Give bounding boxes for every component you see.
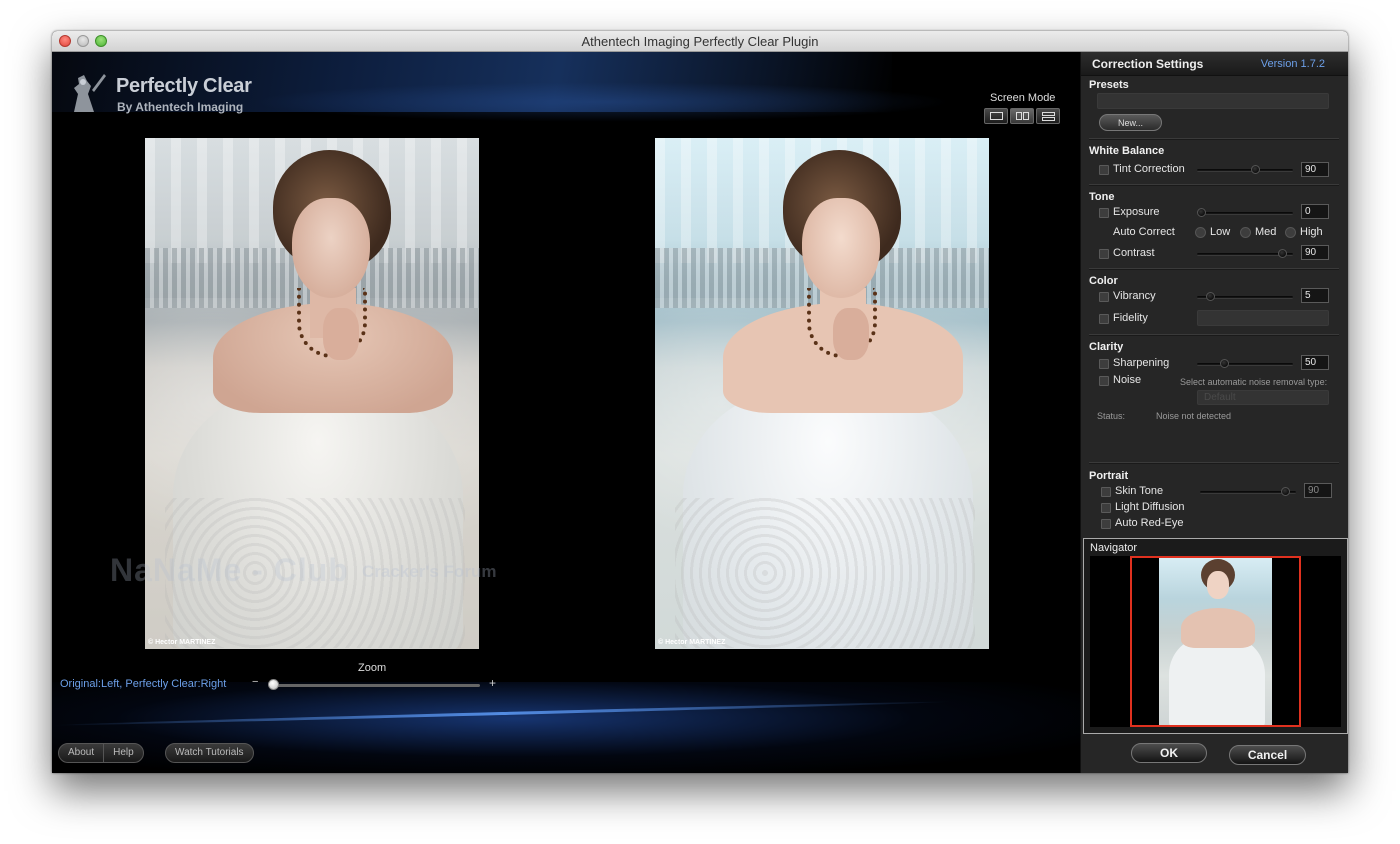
presets-dropdown[interactable] bbox=[1097, 93, 1329, 109]
sharpening-label: Sharpening bbox=[1113, 357, 1170, 369]
screen-mode-label: Screen Mode bbox=[990, 92, 1056, 104]
auto-correct-med-radio[interactable] bbox=[1240, 227, 1251, 238]
contrast-slider-thumb[interactable] bbox=[1278, 249, 1287, 258]
corrected-photo[interactable]: © Hector MARTINEZ bbox=[655, 138, 989, 649]
auto-correct-med-label: Med bbox=[1255, 226, 1277, 238]
app-logo: Perfectly Clear By Athentech Imaging bbox=[66, 70, 266, 120]
single-view-button[interactable] bbox=[984, 108, 1008, 124]
zoom-out-icon[interactable]: − bbox=[252, 676, 258, 688]
contrast-value[interactable]: 90 bbox=[1301, 245, 1329, 260]
vibrancy-slider-thumb[interactable] bbox=[1206, 292, 1215, 301]
fidelity-checkbox[interactable] bbox=[1099, 314, 1109, 324]
white-balance-title: White Balance bbox=[1089, 145, 1165, 157]
cancel-button[interactable]: Cancel bbox=[1229, 745, 1306, 765]
navigator-viewport-frame[interactable] bbox=[1130, 556, 1301, 727]
navigator-title: Navigator bbox=[1090, 542, 1138, 554]
logo-figure-icon bbox=[74, 74, 106, 112]
presets-title: Presets bbox=[1089, 79, 1129, 91]
photo-credit: © Hector MARTINEZ bbox=[148, 639, 216, 646]
noise-hint: Select automatic noise removal type: bbox=[1180, 377, 1328, 387]
contrast-label: Contrast bbox=[1113, 247, 1155, 259]
vibrancy-checkbox[interactable] bbox=[1099, 292, 1109, 302]
contrast-checkbox[interactable] bbox=[1099, 249, 1109, 259]
noise-checkbox[interactable] bbox=[1099, 376, 1109, 386]
ok-button[interactable]: OK bbox=[1131, 743, 1207, 763]
about-help-group: About Help bbox=[58, 743, 144, 763]
skin-tone-value[interactable]: 90 bbox=[1304, 483, 1332, 498]
stacked-view-icon bbox=[1042, 112, 1055, 116]
vibrancy-value[interactable]: 5 bbox=[1301, 288, 1329, 303]
split-view-icon bbox=[1016, 112, 1022, 120]
new-preset-button[interactable]: New... bbox=[1099, 114, 1162, 131]
screen-mode-toggle bbox=[984, 108, 1060, 124]
logo-subtitle: By Athentech Imaging bbox=[117, 100, 244, 114]
noise-label: Noise bbox=[1113, 374, 1142, 386]
plugin-window: Athentech Imaging Perfectly Clear Plugin… bbox=[52, 31, 1348, 773]
vibrancy-label: Vibrancy bbox=[1113, 290, 1156, 302]
clarity-title: Clarity bbox=[1089, 341, 1124, 353]
auto-correct-low-radio[interactable] bbox=[1195, 227, 1206, 238]
exposure-label: Exposure bbox=[1113, 206, 1160, 218]
tint-correction-checkbox[interactable] bbox=[1099, 165, 1109, 175]
title-bar[interactable]: Athentech Imaging Perfectly Clear Plugin bbox=[52, 31, 1348, 52]
skin-tone-checkbox[interactable] bbox=[1101, 487, 1111, 497]
sharpening-checkbox[interactable] bbox=[1099, 359, 1109, 369]
tutorials-group: Watch Tutorials bbox=[165, 743, 254, 763]
tint-correction-label: Tint Correction bbox=[1113, 163, 1185, 175]
exposure-slider-thumb[interactable] bbox=[1197, 208, 1206, 217]
watch-tutorials-button[interactable]: Watch Tutorials bbox=[166, 744, 253, 762]
auto-correct-high-radio[interactable] bbox=[1285, 227, 1296, 238]
fidelity-label: Fidelity bbox=[1113, 312, 1148, 324]
help-button[interactable]: Help bbox=[103, 744, 143, 762]
watermark-text: NaNaMe - Club bbox=[110, 552, 349, 588]
status-value: Noise not detected bbox=[1156, 411, 1232, 421]
watermark-subtext: Cracker's Forum bbox=[362, 562, 497, 581]
correction-settings-panel: Correction Settings Version 1.7.2 Preset… bbox=[1080, 52, 1348, 773]
photo-credit: © Hector MARTINEZ bbox=[658, 639, 726, 646]
status-label: Status: bbox=[1097, 411, 1126, 421]
light-diffusion-checkbox[interactable] bbox=[1101, 503, 1111, 513]
zoom-slider-track[interactable] bbox=[272, 684, 480, 687]
window-title: Athentech Imaging Perfectly Clear Plugin bbox=[581, 34, 819, 49]
split-view-button[interactable] bbox=[1010, 108, 1034, 124]
exposure-slider[interactable] bbox=[1197, 212, 1293, 215]
compare-mode-label: Original:Left, Perfectly Clear:Right bbox=[60, 678, 227, 690]
fidelity-field[interactable] bbox=[1197, 310, 1329, 326]
single-view-icon bbox=[990, 112, 1003, 120]
tint-correction-value[interactable]: 90 bbox=[1301, 162, 1329, 177]
auto-correct-high-label: High bbox=[1300, 226, 1323, 238]
tone-title: Tone bbox=[1089, 191, 1115, 203]
skin-tone-slider-thumb[interactable] bbox=[1281, 487, 1290, 496]
auto-correct-low-label: Low bbox=[1210, 226, 1231, 238]
sharpening-slider-thumb[interactable] bbox=[1219, 359, 1229, 368]
color-title: Color bbox=[1089, 275, 1118, 287]
panel-header: Correction Settings Version 1.7.2 bbox=[1081, 52, 1348, 76]
stacked-view-button[interactable] bbox=[1036, 108, 1060, 124]
zoom-label: Zoom bbox=[358, 662, 387, 674]
exposure-checkbox[interactable] bbox=[1099, 208, 1109, 218]
logo-title: Perfectly Clear bbox=[116, 75, 252, 97]
noise-type-dropdown[interactable]: Default bbox=[1197, 390, 1329, 405]
preview-area: Perfectly Clear By Athentech Imaging Scr… bbox=[52, 52, 1080, 773]
header-glow bbox=[252, 82, 952, 122]
sharpening-value[interactable]: 50 bbox=[1301, 355, 1329, 370]
version-label: Version 1.7.2 bbox=[1260, 58, 1325, 70]
zoom-slider-thumb[interactable] bbox=[268, 679, 279, 690]
about-button[interactable]: About bbox=[59, 744, 103, 762]
skin-tone-label: Skin Tone bbox=[1115, 485, 1164, 497]
zoom-in-icon[interactable]: + bbox=[489, 676, 496, 690]
portrait-title: Portrait bbox=[1089, 470, 1129, 482]
auto-correct-label: Auto Correct bbox=[1113, 226, 1175, 238]
light-diffusion-label: Light Diffusion bbox=[1115, 501, 1185, 513]
sharpening-slider[interactable] bbox=[1197, 363, 1293, 366]
navigator-panel: Navigator bbox=[1083, 538, 1348, 734]
panel-title: Correction Settings bbox=[1092, 57, 1204, 71]
auto-red-eye-label: Auto Red-Eye bbox=[1115, 517, 1184, 529]
auto-red-eye-checkbox[interactable] bbox=[1101, 519, 1111, 529]
exposure-value[interactable]: 0 bbox=[1301, 204, 1329, 219]
tint-correction-slider-thumb[interactable] bbox=[1251, 165, 1260, 174]
navigator-view[interactable] bbox=[1090, 556, 1341, 727]
tint-correction-slider[interactable] bbox=[1197, 169, 1293, 172]
